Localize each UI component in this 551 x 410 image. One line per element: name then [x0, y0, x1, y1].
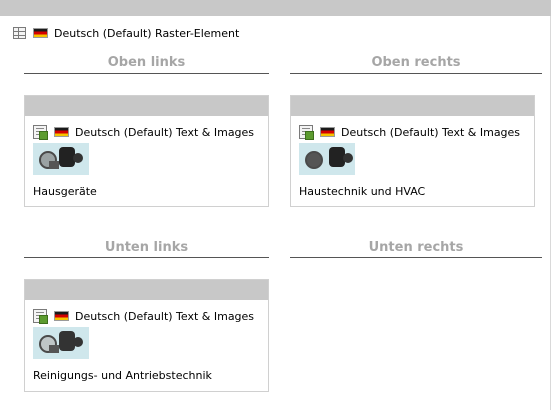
german-flag-icon	[54, 127, 69, 137]
column-title-bottom-left: Unten links	[104, 240, 189, 255]
element-header[interactable]: Deutsch (Default) Text & Images	[33, 309, 268, 324]
element-header[interactable]: Deutsch (Default) Text & Images	[33, 125, 268, 140]
element-caption: Reinigungs- und Antriebstechnik	[33, 369, 212, 382]
grid-element-icon[interactable]	[13, 27, 26, 39]
german-flag-icon	[54, 311, 69, 321]
content-element[interactable]: Deutsch (Default) Text & Images Reinigun…	[24, 279, 269, 392]
column-divider	[290, 257, 542, 258]
element-label: Deutsch (Default) Text & Images	[75, 125, 255, 139]
content-element[interactable]: Deutsch (Default) Text & Images Haustech…	[290, 95, 535, 207]
german-flag-icon	[33, 28, 48, 38]
text-images-icon[interactable]	[33, 125, 48, 140]
grid-element-header[interactable]: Deutsch (Default) Raster-Element	[13, 24, 239, 42]
thumbnail-image	[33, 327, 89, 359]
element-caption: Hausgeräte	[33, 185, 97, 198]
column-title-top-left: Oben links	[107, 55, 186, 70]
thumbnail-image	[33, 143, 89, 175]
element-drag-bar[interactable]	[25, 280, 268, 300]
element-drag-bar[interactable]	[25, 96, 268, 116]
grid-element-label: Deutsch (Default) Raster-Element	[54, 26, 240, 40]
element-label: Deutsch (Default) Text & Images	[341, 125, 521, 139]
german-flag-icon	[320, 127, 335, 137]
thumbnail-image	[299, 143, 355, 175]
element-label: Deutsch (Default) Text & Images	[75, 309, 255, 323]
content-element[interactable]: Deutsch (Default) Text & Images Hausgerä…	[24, 95, 269, 207]
element-caption: Haustechnik und HVAC	[299, 185, 426, 198]
column-divider	[290, 73, 542, 74]
column-divider	[24, 257, 269, 258]
element-header[interactable]: Deutsch (Default) Text & Images	[299, 125, 534, 140]
element-drag-bar[interactable]	[291, 96, 534, 116]
column-title-top-right: Oben rechts	[371, 55, 461, 70]
column-title-bottom-right: Unten rechts	[368, 240, 464, 255]
top-bar	[0, 0, 551, 16]
text-images-icon[interactable]	[299, 125, 314, 140]
text-images-icon[interactable]	[33, 309, 48, 324]
column-divider	[24, 73, 269, 74]
